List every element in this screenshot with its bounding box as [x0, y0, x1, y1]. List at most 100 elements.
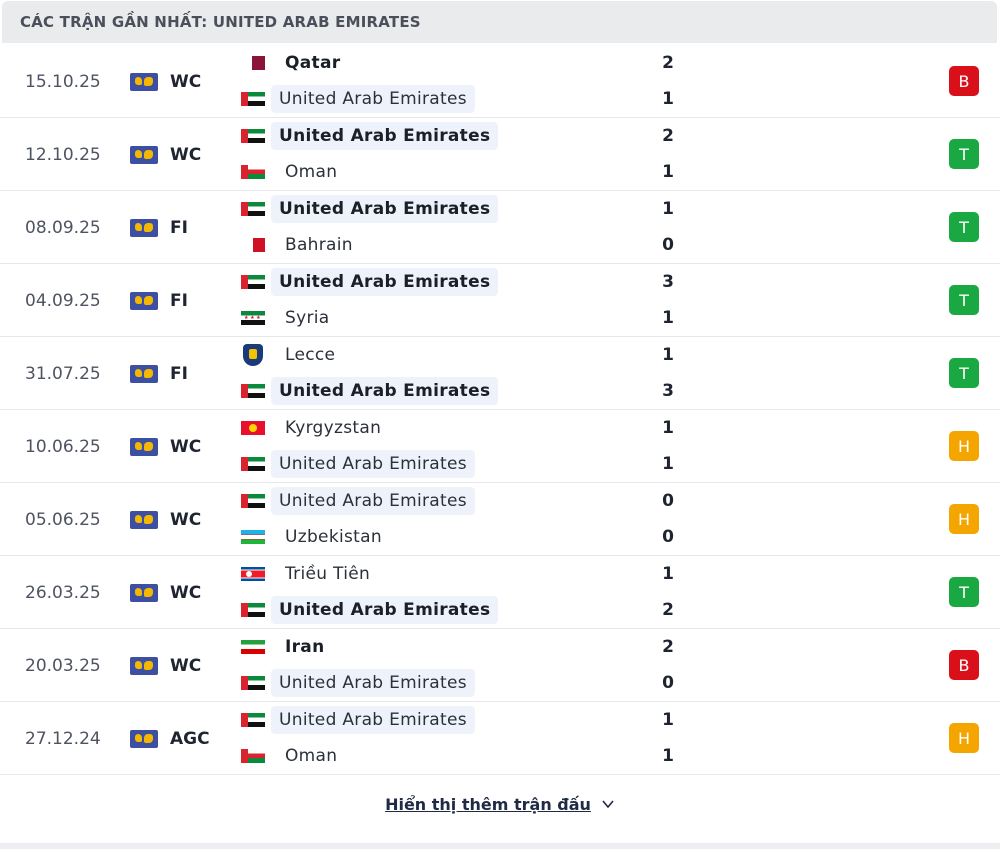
world-map-icon — [130, 364, 158, 383]
result-badge: H — [949, 723, 979, 753]
competition: FI — [130, 191, 188, 264]
match-date: 15.10.25 — [25, 71, 101, 92]
match-row[interactable]: 27.12.24 AGC United Arab Emirates Oman 1… — [0, 702, 1000, 775]
match-row[interactable]: 15.10.25 WC Qatar United Arab Emirates 2… — [0, 45, 1000, 118]
away-team[interactable]: United Arab Emirates — [241, 669, 475, 697]
match-row[interactable]: 20.03.25 WC Iran United Arab Emirates 2 … — [0, 629, 1000, 702]
world-map-icon — [130, 145, 158, 164]
world-map-icon — [130, 437, 158, 456]
competition: WC — [130, 118, 201, 191]
away-score: 1 — [662, 89, 674, 109]
away-team-name: Oman — [285, 162, 338, 182]
away-team[interactable]: United Arab Emirates — [241, 377, 499, 405]
world-map-icon — [130, 583, 158, 602]
home-team-name: Triều Tiên — [285, 564, 371, 584]
away-score: 1 — [662, 308, 674, 328]
home-team[interactable]: Lecce — [241, 342, 343, 368]
match-row[interactable]: 05.06.25 WC United Arab Emirates Uzbekis… — [0, 483, 1000, 556]
away-score: 0 — [662, 673, 674, 693]
home-team-name: United Arab Emirates — [271, 268, 499, 296]
world-map-icon — [130, 218, 158, 237]
competition: WC — [130, 483, 201, 556]
result-badge: B — [949, 650, 979, 680]
result-badge: T — [949, 139, 979, 169]
match-row[interactable]: 31.07.25 FI Lecce United Arab Emirates 1… — [0, 337, 1000, 410]
chevron-down-icon — [602, 800, 614, 809]
qatar-flag-icon — [247, 56, 265, 70]
home-team[interactable]: United Arab Emirates — [241, 195, 499, 223]
home-team-name: United Arab Emirates — [271, 706, 475, 734]
nkorea-flag-icon — [241, 567, 265, 581]
away-team[interactable]: Oman — [241, 743, 345, 769]
home-team[interactable]: Iran — [241, 634, 332, 660]
world-map-icon — [130, 72, 158, 91]
home-score: 1 — [662, 345, 674, 365]
iran-flag-icon — [241, 640, 265, 654]
away-score: 1 — [662, 454, 674, 474]
result-badge: H — [949, 431, 979, 461]
show-more-label: Hiển thị thêm trận đấu — [385, 794, 591, 814]
result-badge: H — [949, 504, 979, 534]
away-team-name: Oman — [285, 746, 338, 766]
away-team[interactable]: Bahrain — [241, 232, 361, 258]
kyrgyzstan-flag-icon — [241, 421, 265, 435]
away-team[interactable]: Syria — [241, 305, 337, 331]
home-team[interactable]: Kyrgyzstan — [241, 415, 389, 441]
competition: WC — [130, 410, 201, 483]
world-map-icon — [130, 656, 158, 675]
uae-flag-icon — [241, 92, 265, 106]
away-team-name: United Arab Emirates — [271, 596, 499, 624]
away-team-name: United Arab Emirates — [271, 669, 475, 697]
home-team[interactable]: United Arab Emirates — [241, 268, 499, 296]
home-team[interactable]: Qatar — [241, 50, 348, 76]
home-team[interactable]: Triều Tiên — [241, 561, 378, 587]
uae-flag-icon — [241, 494, 265, 508]
competition-label: WC — [170, 71, 202, 92]
result-badge: B — [949, 66, 979, 96]
away-team[interactable]: United Arab Emirates — [241, 85, 475, 113]
home-team-name: Qatar — [285, 53, 341, 73]
away-score: 1 — [662, 162, 674, 182]
away-score: 0 — [662, 527, 674, 547]
match-row[interactable]: 12.10.25 WC United Arab Emirates Oman 2 … — [0, 118, 1000, 191]
away-team-name: Uzbekistan — [285, 527, 382, 547]
match-row[interactable]: 08.09.25 FI United Arab Emirates Bahrain… — [0, 191, 1000, 264]
home-team[interactable]: United Arab Emirates — [241, 706, 475, 734]
uae-flag-icon — [241, 603, 265, 617]
competition: WC — [130, 556, 201, 629]
match-date: 12.10.25 — [25, 144, 101, 165]
match-row[interactable]: 04.09.25 FI United Arab Emirates Syria 3… — [0, 264, 1000, 337]
match-date: 27.12.24 — [25, 728, 101, 749]
match-row[interactable]: 26.03.25 WC Triều Tiên United Arab Emira… — [0, 556, 1000, 629]
away-team[interactable]: United Arab Emirates — [241, 596, 499, 624]
uae-flag-icon — [241, 129, 265, 143]
home-team-name: Kyrgyzstan — [285, 418, 382, 438]
away-team[interactable]: Uzbekistan — [241, 524, 390, 550]
competition-label: AGC — [170, 728, 210, 749]
home-team-name: Iran — [285, 637, 325, 657]
result-badge: T — [949, 358, 979, 388]
home-score: 2 — [662, 637, 674, 657]
uae-flag-icon — [241, 384, 265, 398]
panel-footer: Hiển thị thêm trận đấu — [0, 776, 1000, 832]
result-badge: T — [949, 577, 979, 607]
bahrain-flag-icon — [247, 238, 265, 252]
result-badge: T — [949, 285, 979, 315]
away-team-name: United Arab Emirates — [271, 450, 475, 478]
home-team[interactable]: United Arab Emirates — [241, 487, 475, 515]
competition-label: WC — [170, 509, 202, 530]
home-score: 1 — [662, 710, 674, 730]
bottom-divider — [0, 843, 1000, 849]
away-team[interactable]: Oman — [241, 159, 345, 185]
home-team[interactable]: United Arab Emirates — [241, 122, 499, 150]
home-team-name: Lecce — [285, 345, 336, 365]
match-row[interactable]: 10.06.25 WC Kyrgyzstan United Arab Emira… — [0, 410, 1000, 483]
home-team-name: United Arab Emirates — [271, 487, 475, 515]
lecce-flag-icon — [243, 344, 263, 366]
away-team[interactable]: United Arab Emirates — [241, 450, 475, 478]
away-score: 3 — [662, 381, 674, 401]
result-badge: T — [949, 212, 979, 242]
match-date: 10.06.25 — [25, 436, 101, 457]
home-score: 0 — [662, 491, 674, 511]
show-more-matches-link[interactable]: Hiển thị thêm trận đấu — [385, 795, 615, 814]
